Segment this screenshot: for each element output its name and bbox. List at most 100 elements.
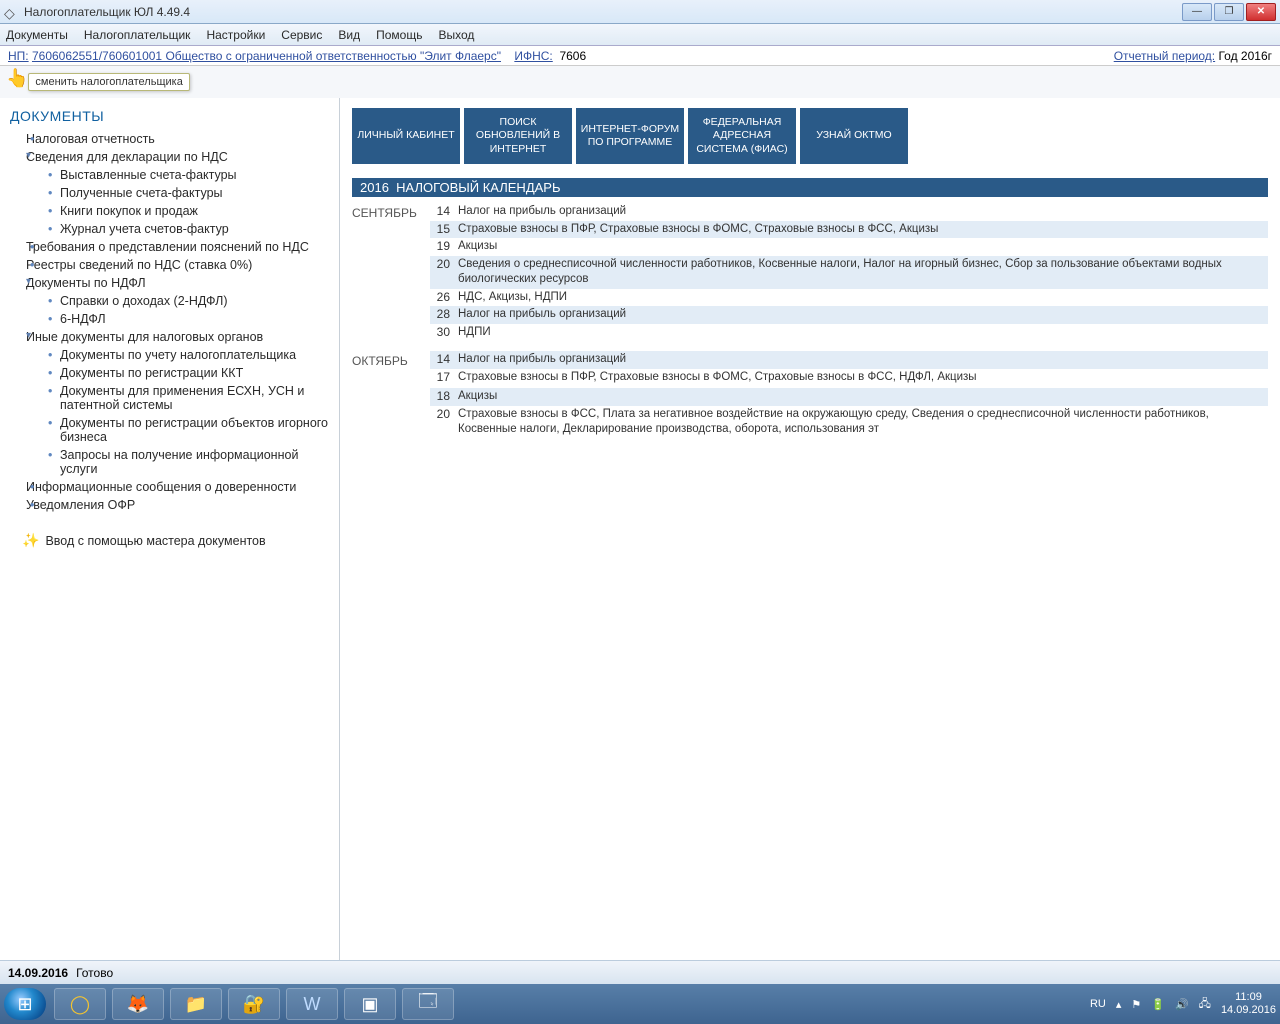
ifns-value: 7606 bbox=[559, 49, 586, 63]
tree-node[interactable]: Журнал учета счетов-фактур bbox=[4, 220, 335, 238]
day-number: 14 bbox=[430, 204, 458, 218]
status-date: 14.09.2016 bbox=[8, 966, 68, 980]
taskbar-explorer[interactable]: 📁 bbox=[170, 988, 222, 1020]
calendar-row[interactable]: 15Страховые взносы в ПФР, Страховые взно… bbox=[430, 221, 1268, 239]
menu-documents[interactable]: Документы bbox=[6, 28, 68, 42]
day-number: 30 bbox=[430, 325, 458, 339]
tree-node[interactable]: Документы по регистрации ККТ bbox=[4, 364, 335, 382]
minimize-button[interactable]: — bbox=[1182, 3, 1212, 21]
taskbar-app3[interactable]: 🗔 bbox=[402, 988, 454, 1020]
tree-node[interactable]: Реестры сведений по НДС (ставка 0%) bbox=[4, 256, 335, 274]
calendar-row[interactable]: 26НДС, Акцизы, НДПИ bbox=[430, 289, 1268, 307]
tree-node[interactable]: Налоговая отчетность bbox=[4, 130, 335, 148]
status-bar: 14.09.2016 Готово bbox=[0, 960, 1280, 984]
tray-lang[interactable]: RU bbox=[1090, 998, 1106, 1010]
day-text: Акцизы bbox=[458, 239, 1268, 255]
period-label-link[interactable]: Отчетный период: bbox=[1114, 49, 1215, 63]
sidebar-heading: ДОКУМЕНТЫ bbox=[10, 108, 329, 124]
calendar-header: 2016 НАЛОГОВЫЙ КАЛЕНДАРЬ bbox=[352, 178, 1268, 197]
tree-node[interactable]: Информационные сообщения о доверенности bbox=[4, 478, 335, 496]
taskbar-app1[interactable]: 🔐 bbox=[228, 988, 280, 1020]
tree-node[interactable]: Полученные счета-фактуры bbox=[4, 184, 335, 202]
wizard-label: Ввод с помощью мастера документов bbox=[45, 534, 265, 548]
day-text: Страховые взносы в ПФР, Страховые взносы… bbox=[458, 370, 1268, 386]
card-check-updates[interactable]: ПОИСК ОБНОВЛЕНИЙ В ИНТЕРНЕТ bbox=[464, 108, 572, 164]
menu-settings[interactable]: Настройки bbox=[206, 28, 265, 42]
tree-node[interactable]: Сведения для декларации по НДС bbox=[4, 148, 335, 166]
day-number: 26 bbox=[430, 290, 458, 304]
menu-exit[interactable]: Выход bbox=[438, 28, 474, 42]
calendar-row[interactable]: 17Страховые взносы в ПФР, Страховые взно… bbox=[430, 369, 1268, 387]
menubar: Документы Налогоплательщик Настройки Сер… bbox=[0, 24, 1280, 46]
tree-node[interactable]: Документы по регистрации объектов игорно… bbox=[4, 414, 335, 446]
day-text: Налог на прибыль организаций bbox=[458, 204, 1268, 220]
np-value-link[interactable]: 7606062551/760601001 Общество с ограниче… bbox=[32, 49, 501, 63]
calendar-row[interactable]: 20Сведения о среднесписочной численности… bbox=[430, 256, 1268, 289]
card-forum[interactable]: ИНТЕРНЕТ-ФОРУМ ПО ПРОГРАММЕ bbox=[576, 108, 684, 164]
app-icon: ◇ bbox=[4, 5, 18, 19]
np-label-link[interactable]: НП: bbox=[8, 49, 29, 63]
tree-node[interactable]: Иные документы для налоговых органов bbox=[4, 328, 335, 346]
day-text: Сведения о среднесписочной численности р… bbox=[458, 257, 1268, 288]
day-text: Налог на прибыль организаций bbox=[458, 307, 1268, 323]
period-value: Год 2016г bbox=[1218, 49, 1272, 63]
day-number: 20 bbox=[430, 407, 458, 421]
calendar-row[interactable]: 18Акцизы bbox=[430, 388, 1268, 406]
day-number: 17 bbox=[430, 370, 458, 384]
tree-node[interactable]: Выставленные счета-фактуры bbox=[4, 166, 335, 184]
taxpayer-infobar: НП: 7606062551/760601001 Общество с огра… bbox=[0, 46, 1280, 66]
tray-network-icon[interactable]: 🖧 bbox=[1199, 995, 1211, 1014]
close-button[interactable]: ✕ bbox=[1246, 3, 1276, 21]
tree-node[interactable]: Книги покупок и продаж bbox=[4, 202, 335, 220]
tree-node[interactable]: Документы по НДФЛ bbox=[4, 274, 335, 292]
tray-sound-icon[interactable]: 🔊 bbox=[1175, 998, 1189, 1011]
menu-taxpayer[interactable]: Налогоплательщик bbox=[84, 28, 191, 42]
month-label: СЕНТЯБРЬ bbox=[352, 203, 430, 341]
tray-battery-icon[interactable]: 🔋 bbox=[1151, 998, 1165, 1011]
tree-node[interactable]: Требования о представлении пояснений по … bbox=[4, 238, 335, 256]
calendar-row[interactable]: 14Налог на прибыль организаций bbox=[430, 203, 1268, 221]
tree-node[interactable]: Справки о доходах (2-НДФЛ) bbox=[4, 292, 335, 310]
calendar-row[interactable]: 14Налог на прибыль организаций bbox=[430, 351, 1268, 369]
menu-view[interactable]: Вид bbox=[338, 28, 360, 42]
day-text: НДПИ bbox=[458, 325, 1268, 341]
tree-node[interactable]: Запросы на получение информационной услу… bbox=[4, 446, 335, 478]
document-tree: Налоговая отчетностьСведения для деклара… bbox=[4, 130, 335, 514]
ifns-label-link[interactable]: ИФНС: bbox=[514, 49, 552, 63]
menu-service[interactable]: Сервис bbox=[281, 28, 322, 42]
window-title: Налогоплательщик ЮЛ 4.49.4 bbox=[24, 5, 1182, 19]
tree-node[interactable]: Документы по учету налогоплательщика bbox=[4, 346, 335, 364]
main-content: ЛИЧНЫЙ КАБИНЕТ ПОИСК ОБНОВЛЕНИЙ В ИНТЕРН… bbox=[340, 98, 1280, 960]
start-button[interactable]: ⊞ bbox=[4, 988, 46, 1020]
documents-sidebar: ДОКУМЕНТЫ Налоговая отчетностьСведения д… bbox=[0, 98, 340, 960]
maximize-button[interactable]: ❐ bbox=[1214, 3, 1244, 21]
tray-flag-icon[interactable]: ⚑ bbox=[1131, 998, 1141, 1011]
card-personal-cabinet[interactable]: ЛИЧНЫЙ КАБИНЕТ bbox=[352, 108, 460, 164]
tray-clock[interactable]: 11:09 14.09.2016 bbox=[1221, 991, 1276, 1016]
day-number: 18 bbox=[430, 389, 458, 403]
day-number: 28 bbox=[430, 307, 458, 321]
menu-help[interactable]: Помощь bbox=[376, 28, 422, 42]
calendar-row[interactable]: 30НДПИ bbox=[430, 324, 1268, 342]
windows-taskbar: ⊞ ◯ 🦊 📁 🔐 W ▣ 🗔 RU ▴ ⚑ 🔋 🔊 🖧 11:09 14.09… bbox=[0, 984, 1280, 1024]
taskbar-firefox[interactable]: 🦊 bbox=[112, 988, 164, 1020]
tree-node[interactable]: Уведомления ОФР bbox=[4, 496, 335, 514]
tree-node[interactable]: Документы для применения ЕСХН, УСН и пат… bbox=[4, 382, 335, 414]
calendar-row[interactable]: 28Налог на прибыль организаций bbox=[430, 306, 1268, 324]
taskbar-chrome[interactable]: ◯ bbox=[54, 988, 106, 1020]
day-text: Акцизы bbox=[458, 389, 1268, 405]
wizard-link[interactable]: ✨ Ввод с помощью мастера документов bbox=[4, 532, 335, 549]
taskbar-app2[interactable]: ▣ bbox=[344, 988, 396, 1020]
card-oktmo[interactable]: УЗНАЙ ОКТМО bbox=[800, 108, 908, 164]
calendar-row[interactable]: 20Страховые взносы в ФСС, Плата за негат… bbox=[430, 406, 1268, 439]
wizard-icon: ✨ bbox=[22, 532, 39, 549]
card-fias[interactable]: ФЕДЕРАЛЬНАЯ АДРЕСНАЯ СИСТЕМА (ФИАС) bbox=[688, 108, 796, 164]
tray-up-icon[interactable]: ▴ bbox=[1116, 998, 1122, 1011]
quick-cards: ЛИЧНЫЙ КАБИНЕТ ПОИСК ОБНОВЛЕНИЙ В ИНТЕРН… bbox=[352, 108, 1268, 164]
month-label: ОКТЯБРЬ bbox=[352, 351, 430, 439]
status-msg: Готово bbox=[76, 966, 113, 980]
calendar-row[interactable]: 19Акцизы bbox=[430, 238, 1268, 256]
day-text: НДС, Акцизы, НДПИ bbox=[458, 290, 1268, 306]
tree-node[interactable]: 6-НДФЛ bbox=[4, 310, 335, 328]
taskbar-word[interactable]: W bbox=[286, 988, 338, 1020]
